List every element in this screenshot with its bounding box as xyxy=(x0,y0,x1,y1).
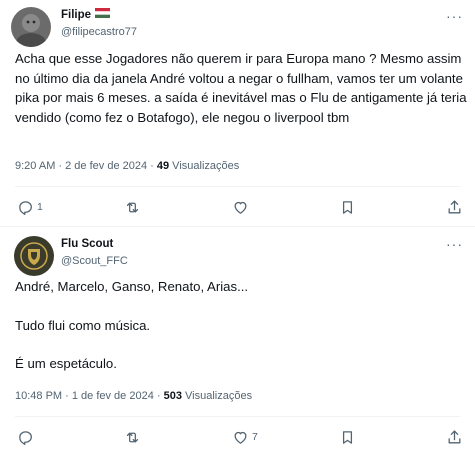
views-label: Visualizações xyxy=(181,390,253,402)
tweet-flu-scout[interactable]: Flu Scout @Scout_FFC ··· André, Marcelo,… xyxy=(0,228,475,455)
reply-button[interactable] xyxy=(17,427,37,447)
more-options-icon[interactable]: ··· xyxy=(446,236,463,252)
avatar-flu-scout[interactable] xyxy=(14,236,54,276)
handle[interactable]: @filipecastro77 xyxy=(61,24,137,40)
tweet-paragraph: André, Marcelo, Ganso, Renato, Arias... xyxy=(15,279,249,294)
share-button[interactable] xyxy=(446,197,463,217)
tweet-paragraph: Tudo flui como música. xyxy=(15,317,151,333)
divider xyxy=(15,186,460,187)
tweet-meta: 9:20 AM · 2 de fev de 2024 · 49 Visualiz… xyxy=(15,158,239,174)
tweet-text: Acha que esse Jogadores não querem ir pa… xyxy=(15,51,467,125)
retweet-icon xyxy=(126,432,139,442)
reply-icon xyxy=(19,430,32,445)
handle[interactable]: @Scout_FFC xyxy=(61,253,128,269)
bookmark-button[interactable] xyxy=(339,197,356,217)
author-name-row[interactable]: Flu Scout xyxy=(61,236,128,252)
like-icon xyxy=(234,201,247,214)
display-name[interactable]: Flu Scout xyxy=(61,236,113,252)
bookmark-button[interactable] xyxy=(339,427,356,447)
bookmark-icon xyxy=(342,200,353,214)
author-block: Filipe @filipecastro77 xyxy=(61,7,137,40)
reply-count: 1 xyxy=(37,201,43,213)
like-button[interactable]: 7 xyxy=(232,427,258,447)
avatar-image xyxy=(11,7,51,47)
share-icon xyxy=(448,429,461,443)
timestamp[interactable]: 9:20 AM · 2 de fev de 2024 · xyxy=(15,160,157,172)
author-block: Flu Scout @Scout_FFC xyxy=(61,236,128,269)
author-name-row[interactable]: Filipe xyxy=(61,7,137,23)
views-count: 503 xyxy=(163,390,182,402)
tweet-meta: 10:48 PM · 1 de fev de 2024 · 503 Visual… xyxy=(15,388,252,404)
more-options-icon[interactable]: ··· xyxy=(446,8,463,24)
timestamp[interactable]: 10:48 PM · 1 de fev de 2024 · xyxy=(15,390,164,402)
flu-scout-logo-icon xyxy=(14,236,54,276)
bookmark-icon xyxy=(342,430,353,444)
tweet-filipe[interactable]: Filipe @filipecastro77 ··· Acha que esse… xyxy=(0,0,475,227)
action-bar: 1 xyxy=(0,197,475,217)
reply-button[interactable]: 1 xyxy=(17,197,43,217)
like-button[interactable] xyxy=(232,197,252,217)
divider xyxy=(15,416,460,417)
share-icon xyxy=(448,199,461,213)
retweet-button[interactable] xyxy=(124,427,144,447)
reply-icon xyxy=(19,200,32,215)
tweet-text: André, Marcelo, Ganso, Renato, Arias... … xyxy=(15,277,470,374)
avatar-filipe[interactable] xyxy=(11,7,51,47)
hungary-flag-icon xyxy=(95,7,111,23)
display-name[interactable]: Filipe xyxy=(61,7,91,23)
like-count: 7 xyxy=(252,431,258,443)
retweet-button[interactable] xyxy=(124,197,144,217)
views-count: 49 xyxy=(156,160,170,172)
share-button[interactable] xyxy=(446,427,463,447)
views-label: Visualizações xyxy=(169,160,240,172)
retweet-icon xyxy=(126,202,139,212)
action-bar: 7 xyxy=(0,427,475,447)
like-icon xyxy=(234,431,247,444)
tweet-paragraph: É um espetáculo. xyxy=(15,356,117,371)
